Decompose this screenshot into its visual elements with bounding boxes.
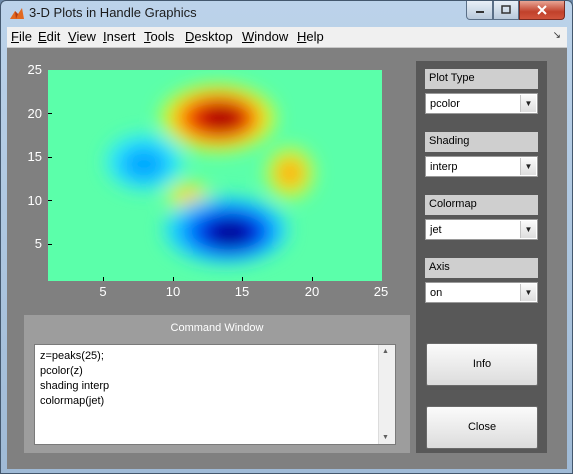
colormap-value: jet <box>430 224 442 236</box>
pcolor-surface <box>48 70 382 281</box>
info-button[interactable]: Info <box>426 343 538 386</box>
command-lines: z=peaks(25); pcolor(z) shading interp co… <box>40 349 109 409</box>
menu-insert-label: nsert <box>106 29 136 44</box>
figure-window: 3-D Plots in Handle Graphics File Edit V… <box>0 0 573 474</box>
y-tick-label: 25 <box>27 62 42 77</box>
minimize-icon <box>475 11 484 13</box>
y-tick-label: 15 <box>27 149 42 164</box>
y-tickmark <box>48 157 52 158</box>
x-tick-label: 10 <box>165 284 181 299</box>
command-line: colormap(jet) <box>40 395 105 407</box>
y-tickmark <box>48 200 52 201</box>
shading-label: Shading <box>425 132 538 152</box>
y-tickmark <box>48 244 52 245</box>
x-tickmark <box>242 277 243 281</box>
colormap-label: Colormap <box>425 195 538 215</box>
x-tick-label: 5 <box>99 284 107 299</box>
menu-desktop-mnemonic: D <box>185 29 195 44</box>
menu-window[interactable]: Window <box>242 29 288 44</box>
menu-desktop-label: esktop <box>194 29 233 44</box>
control-panel: Plot Type pcolor ▼ Shading interp ▼ Colo… <box>416 61 547 453</box>
x-tick-label: 20 <box>304 284 320 299</box>
y-tick-label: 10 <box>27 193 42 208</box>
command-line: shading interp <box>40 380 110 392</box>
plot-axes[interactable] <box>48 70 382 281</box>
plot-type-label: Plot Type <box>425 69 538 89</box>
plot-type-value: pcolor <box>430 98 460 110</box>
shading-value: interp <box>430 161 458 173</box>
chevron-down-icon[interactable]: ▼ <box>520 95 536 112</box>
y-tick-label: 5 <box>34 236 42 251</box>
maximize-button[interactable] <box>493 1 519 20</box>
close-button[interactable]: Close <box>426 406 538 449</box>
chevron-down-icon[interactable]: ▼ <box>520 221 536 238</box>
title-bar[interactable]: 3-D Plots in Handle Graphics <box>1 1 572 27</box>
x-tickmark <box>173 277 174 281</box>
menu-help-label: elp <box>306 29 324 44</box>
menu-insert[interactable]: Insert <box>103 29 136 44</box>
x-tick-label: 25 <box>373 284 389 299</box>
menu-view-label: iew <box>76 29 96 44</box>
command-window-title: Command Window <box>170 322 264 334</box>
menu-edit-label: dit <box>46 29 61 44</box>
command-window-panel: Command Window z=peaks(25); pcolor(z) sh… <box>24 315 410 453</box>
x-tickmark <box>312 277 313 281</box>
menu-view[interactable]: View <box>68 29 96 44</box>
maximize-icon <box>501 5 511 14</box>
axis-label: Axis <box>425 258 538 278</box>
command-line: z=peaks(25); <box>40 350 104 362</box>
dock-arrow-icon[interactable]: ↘ <box>553 30 561 41</box>
shading-select[interactable]: interp ▼ <box>425 156 538 177</box>
menu-file[interactable]: File <box>11 29 32 44</box>
menu-file-mnemonic: F <box>11 29 19 44</box>
menu-window-label: indow <box>254 29 289 44</box>
close-window-button[interactable] <box>519 1 565 20</box>
window-title: 3-D Plots in Handle Graphics <box>29 5 197 20</box>
x-tickmark <box>103 277 104 281</box>
scroll-down-icon[interactable]: ▼ <box>382 434 389 441</box>
menu-window-mnemonic: W <box>242 29 255 44</box>
menu-desktop[interactable]: Desktop <box>185 29 233 44</box>
matlab-logo-icon <box>10 8 24 19</box>
minimize-button[interactable] <box>466 1 493 20</box>
y-tick-label: 20 <box>27 106 42 121</box>
vertical-scrollbar[interactable]: ▲ ▼ <box>378 345 395 444</box>
close-icon <box>537 5 547 15</box>
menu-file-label: ile <box>18 29 32 44</box>
x-tick-label: 15 <box>234 284 250 299</box>
menu-tools[interactable]: Tools <box>144 29 174 44</box>
figure-area: 25 20 15 10 5 5 10 15 20 25 Command Wind… <box>7 48 567 469</box>
command-window-listbox[interactable]: z=peaks(25); pcolor(z) shading interp co… <box>34 344 396 445</box>
menu-edit-mnemonic: E <box>38 29 47 44</box>
plot-type-select[interactable]: pcolor ▼ <box>425 93 538 114</box>
command-line: pcolor(z) <box>40 365 83 377</box>
colormap-select[interactable]: jet ▼ <box>425 219 538 240</box>
menu-bar: File Edit View Insert Tools Desktop Wind… <box>7 27 567 48</box>
chevron-down-icon[interactable]: ▼ <box>520 284 536 301</box>
menu-tools-label: ools <box>150 29 175 44</box>
scroll-up-icon[interactable]: ▲ <box>382 348 389 355</box>
axis-select[interactable]: on ▼ <box>425 282 538 303</box>
axis-value: on <box>430 287 443 299</box>
menu-help[interactable]: Help <box>297 29 324 44</box>
chevron-down-icon[interactable]: ▼ <box>520 158 536 175</box>
menu-help-mnemonic: H <box>297 29 307 44</box>
y-tickmark <box>48 113 52 114</box>
menu-edit[interactable]: Edit <box>38 29 60 44</box>
